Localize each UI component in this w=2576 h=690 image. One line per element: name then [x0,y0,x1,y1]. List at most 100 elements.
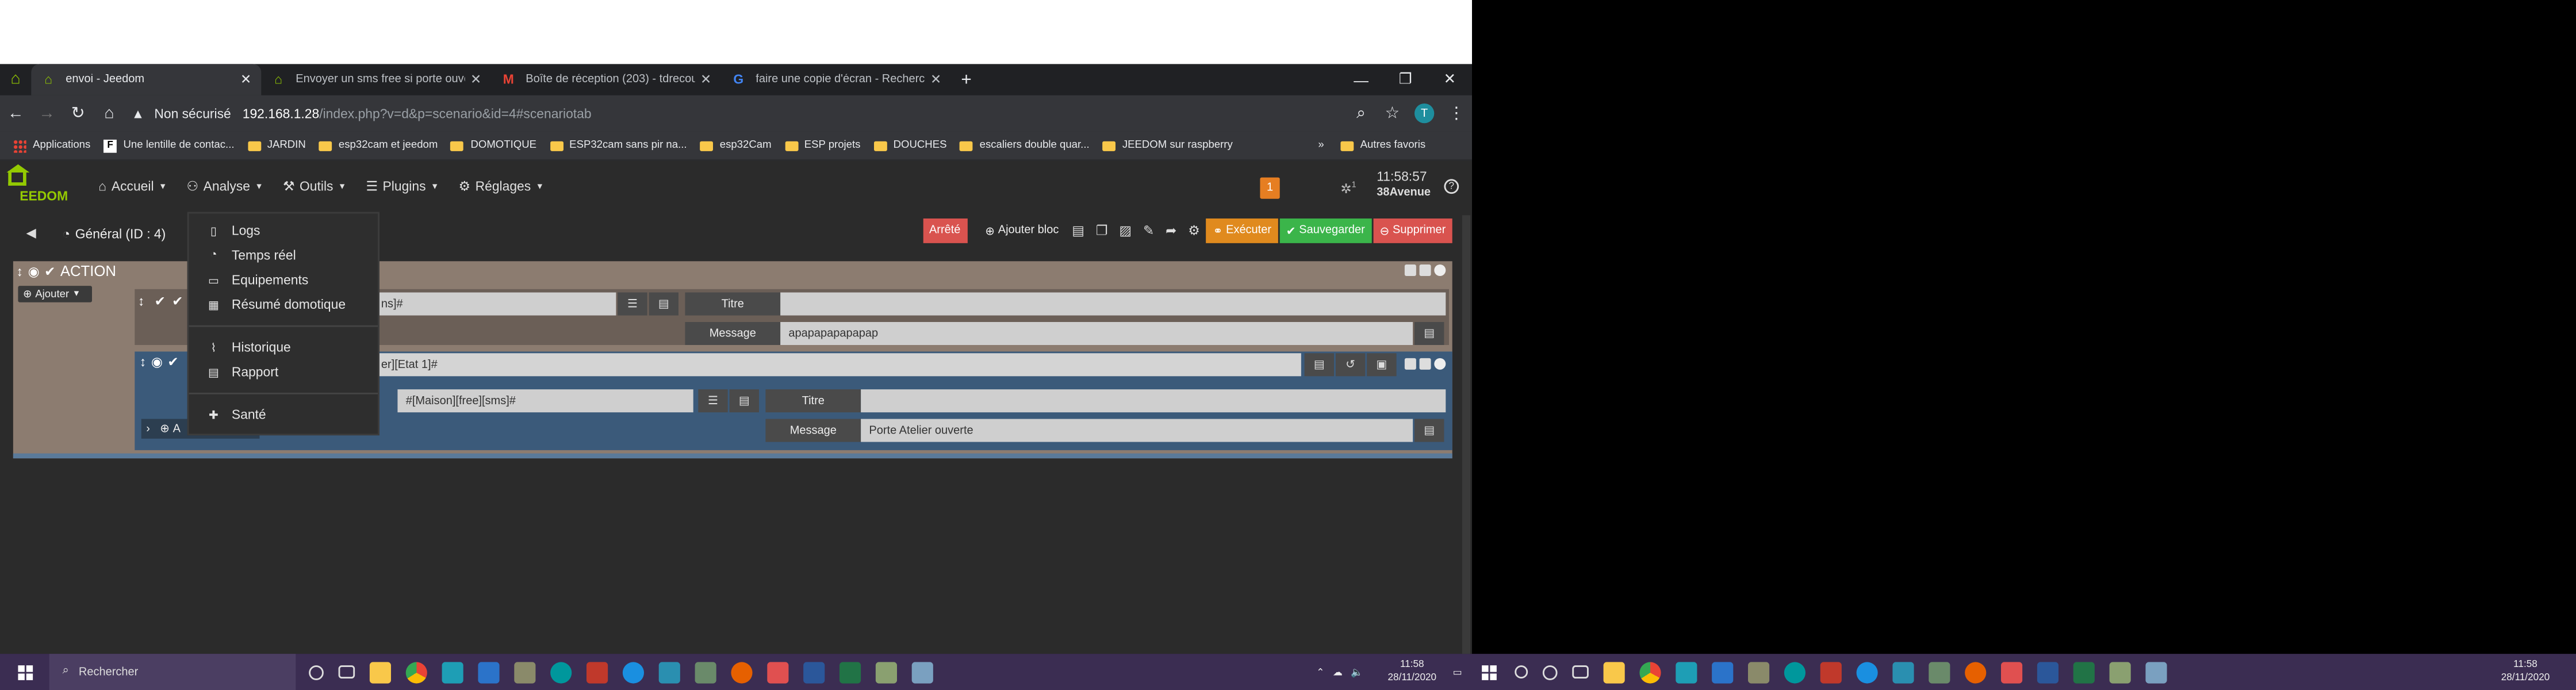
star-icon[interactable]: ☆ [1377,104,1408,122]
tray-chevron-icon[interactable]: ⌃ [1316,666,1324,677]
excel-icon[interactable] [2073,661,2095,683]
table-icon[interactable]: ▤ [1414,322,1444,345]
condition-field[interactable]: er][Etat 1]# [373,353,1301,377]
bookmark-esp32cam[interactable]: esp32Cam [700,140,772,151]
menu-item-temps-reel[interactable]: ◔ Temps réel [189,243,378,268]
eye-icon[interactable]: ◉ [151,355,163,370]
word-icon[interactable] [803,661,825,683]
help-icon[interactable]: ? [1444,179,1459,194]
arduino-icon[interactable] [1784,661,1805,683]
bookmark-jardin[interactable]: JARDIN [247,140,306,151]
menu-item-sante[interactable]: ✚ Santé [189,402,378,427]
edge-icon[interactable] [1856,661,1878,683]
gears-icon[interactable]: ⚙ [1183,218,1205,243]
share-icon[interactable]: ➦ [1161,218,1182,243]
jeedom-logo[interactable]: EEDOM [6,163,79,203]
bookmark-douches[interactable]: DOUCHES [873,140,947,151]
address-bar[interactable]: ▲ Non sécurisé 192.168.1.28/index.php?v=… [132,100,1339,126]
taskbar-search[interactable]: ⌕ Rechercher [49,654,296,690]
title-field[interactable] [861,389,1446,413]
bookmark-esp32cam-sans-pir[interactable]: ESP32cam sans pir na... [549,140,687,151]
task-view-icon[interactable] [338,665,355,678]
bookmark-escaliers[interactable]: escaliers double quar... [960,140,1090,151]
menu-item-equipements[interactable]: ▭ Equipements [189,268,378,293]
copy-icon[interactable]: ❐ [1091,218,1113,243]
arduino-icon[interactable] [550,661,572,683]
image-icon[interactable]: ▨ [1114,218,1137,243]
nav-plugins[interactable]: ☰ Plugins ▼ [366,179,439,194]
bookmark-esp32cam-jeedom[interactable]: esp32cam et jeedom [319,140,438,151]
add-dropdown[interactable]: ⊕ Ajouter ▼ [18,286,92,302]
app-icon[interactable] [658,661,680,683]
drag-handle-icon[interactable]: ↕ [140,355,146,370]
taskbar-clock[interactable]: 11:58 28/11/2020 [1388,659,1437,685]
notification-badge[interactable]: 1 [1260,177,1280,199]
table-icon[interactable]: ▤ [649,292,678,316]
reload-icon[interactable]: ↻ [63,104,94,122]
firefox-icon[interactable] [1965,661,1987,683]
check-icon[interactable]: ✔ [44,264,55,279]
drag-handle-icon[interactable]: ↕ [138,294,144,309]
cortana-icon[interactable] [309,664,324,680]
nav-outils[interactable]: ⚒ Outils ▼ [283,179,346,194]
close-window-icon[interactable]: ✕ [1428,71,1472,89]
app-icon[interactable] [1820,661,1842,683]
word-icon[interactable] [2037,661,2058,683]
chrome-icon[interactable] [405,661,427,683]
excel-icon[interactable] [839,661,861,683]
start-button[interactable] [0,664,49,680]
bookmark-lentille[interactable]: F Une lentille de contac... [103,139,235,152]
bookmark-jeedom-raspberry[interactable]: JEEDOM sur raspberry [1102,140,1233,151]
list-icon[interactable]: ☰ [698,389,728,413]
firefox-icon[interactable] [731,661,753,683]
app-icon[interactable] [2145,661,2167,683]
command-field[interactable]: ns]# [373,292,616,316]
paste-icon[interactable] [1419,358,1431,370]
add-block-button[interactable]: ⊕ Ajouter bloc [979,218,1065,243]
close-tab-icon[interactable]: ✕ [470,72,481,87]
bookmark-other[interactable]: Autres favoris [1340,140,1425,151]
message-field[interactable]: Porte Atelier ouverte [861,419,1413,442]
nav-analyse[interactable]: ⚇ Analyse ▼ [187,179,263,194]
title-field[interactable] [780,292,1446,316]
bookmark-applications[interactable]: Applications [13,139,90,152]
command-field[interactable]: #[Maison][free][sms]# [397,389,693,413]
delete-button[interactable]: ⊖ Supprimer [1373,218,1452,243]
paste-icon[interactable] [1419,264,1431,276]
tab-gmail[interactable]: M Boîte de réception (203) - tdrecourt ✕ [491,64,721,95]
close-tab-icon[interactable]: ✕ [930,72,941,87]
app-icon[interactable] [1748,661,1770,683]
file-explorer-icon[interactable] [1603,661,1625,683]
table-icon[interactable]: ▤ [1304,353,1334,377]
app-icon[interactable] [1892,661,1914,683]
bug-icon[interactable]: ✲1 [1340,181,1356,197]
page-scrollbar[interactable] [1462,215,1471,654]
search-icon[interactable] [1515,665,1528,678]
menu-item-logs[interactable]: ▯ Logs [189,218,378,243]
volume-icon[interactable]: 🔈 [1351,666,1363,677]
history-icon[interactable]: ↺ [1335,353,1366,377]
copy-icon[interactable] [1404,358,1416,370]
home-icon[interactable]: ⌂ [94,104,125,122]
close-tab-icon[interactable]: ✕ [240,72,251,87]
close-tab-icon[interactable]: ✕ [700,72,711,87]
start-button[interactable] [1472,664,1505,680]
message-field[interactable]: apapapapapapap [780,322,1413,345]
remove-icon[interactable] [1434,358,1446,370]
weather-icon[interactable]: ☁ [1333,666,1343,677]
task-view-icon[interactable] [1572,665,1589,678]
restore-icon[interactable]: ❐ [1383,71,1428,89]
bookmark-domotique[interactable]: DOMOTIQUE [451,140,536,151]
menu-item-rapport[interactable]: ▤ Rapport [189,360,378,385]
tab-envoi-jeedom[interactable]: ⌂ envoi - Jeedom ✕ [31,64,262,95]
app-icon[interactable] [767,661,789,683]
save-button[interactable]: ✔ Sauvegarder [1279,218,1372,243]
app-icon[interactable] [586,661,608,683]
bookmarks-more-button[interactable]: » [1318,140,1324,151]
menu-icon[interactable]: ⋮ [1441,104,1472,122]
execute-button[interactable]: ⚭ Exécuter [1206,218,1278,243]
back-circle-icon[interactable]: ◄ [23,224,39,242]
chrome-icon[interactable] [1639,661,1661,683]
table-icon[interactable]: ▤ [1414,419,1444,442]
edit-icon[interactable]: ✎ [1138,218,1159,243]
